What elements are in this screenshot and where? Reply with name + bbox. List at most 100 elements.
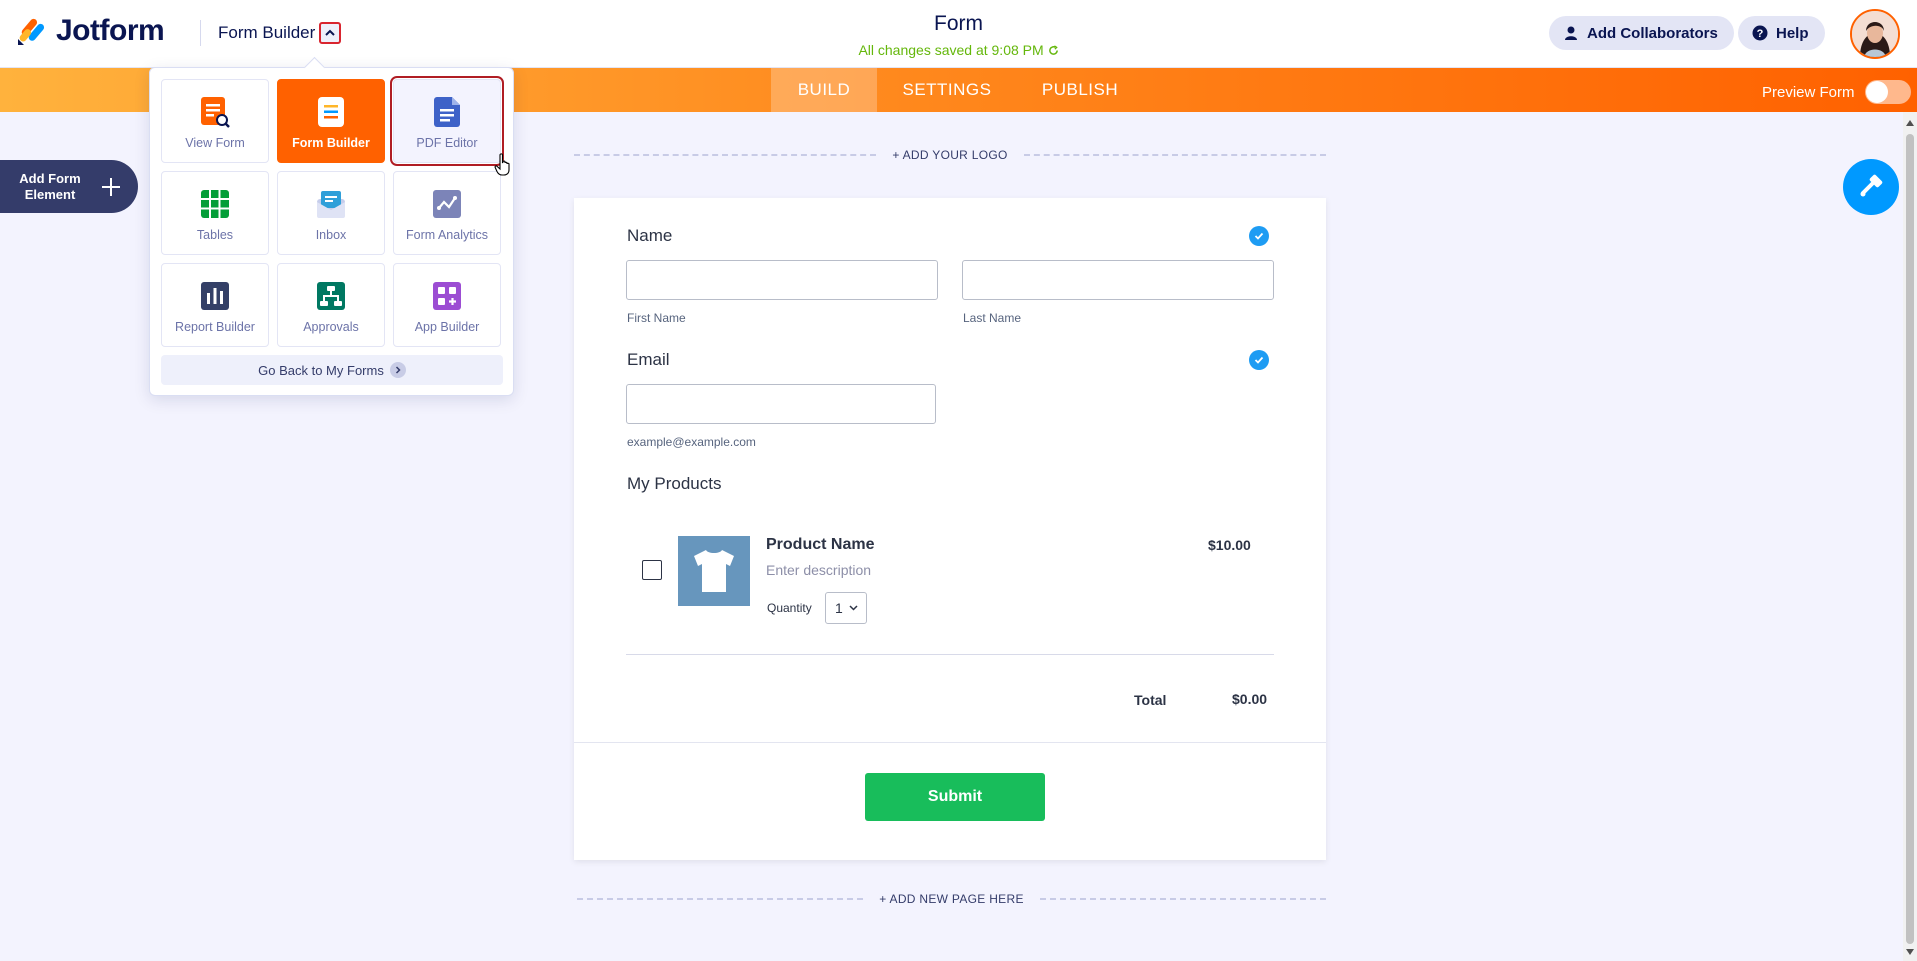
scroll-down-icon[interactable] xyxy=(1906,949,1914,955)
app-tile-view-form[interactable]: View Form xyxy=(161,79,269,163)
form-card: Name First Name Last Name Email example@… xyxy=(574,198,1326,860)
top-header: Jotform Form Builder Form All changes sa… xyxy=(0,0,1917,68)
hand-cursor-icon xyxy=(494,153,510,176)
add-form-element-line1: Add Form xyxy=(19,170,81,186)
help-button[interactable]: ? Help xyxy=(1738,16,1825,50)
inbox-icon xyxy=(316,188,346,220)
preview-form-toggle[interactable]: Preview Form xyxy=(1762,80,1911,104)
product-name: Product Name xyxy=(766,536,875,553)
add-form-element-label: Add Form Element xyxy=(0,171,100,203)
report-builder-icon xyxy=(200,280,230,312)
app-builder-icon xyxy=(432,280,462,312)
tab-build[interactable]: BUILD xyxy=(771,68,877,112)
logo-text: Jotform xyxy=(56,14,165,47)
product-description: Enter description xyxy=(766,562,872,578)
view-form-icon xyxy=(200,96,230,128)
tables-icon xyxy=(200,188,230,220)
go-back-to-my-forms-button[interactable]: Go Back to My Forms xyxy=(161,355,503,385)
first-name-sublabel: First Name xyxy=(627,311,686,325)
app-tile-inbox[interactable]: Inbox xyxy=(277,171,385,255)
app-tile-report-builder[interactable]: Report Builder xyxy=(161,263,269,347)
header-divider xyxy=(200,20,201,46)
builder-switch[interactable]: Form Builder xyxy=(218,22,342,44)
add-collaborators-button[interactable]: Add Collaborators xyxy=(1549,16,1734,50)
tab-build-label: BUILD xyxy=(797,80,851,99)
go-back-label: Go Back to My Forms xyxy=(258,362,384,378)
app-tile-label: Report Builder xyxy=(175,320,255,334)
total-label: Total xyxy=(1134,692,1167,708)
email-field-label[interactable]: Email xyxy=(627,350,670,370)
jotform-logo[interactable]: Jotform xyxy=(16,14,165,48)
app-tile-label: Inbox xyxy=(315,228,347,242)
page-scrollbar[interactable] xyxy=(1903,112,1917,961)
add-page-label[interactable]: + ADD NEW PAGE HERE xyxy=(863,892,1040,906)
refresh-icon xyxy=(1048,45,1058,55)
app-tile-form-analytics[interactable]: Form Analytics xyxy=(393,171,501,255)
app-switcher-dropdown: View Form Form Builder PDF Editor Tables… xyxy=(149,67,514,396)
help-icon: ? xyxy=(1752,25,1768,41)
app-tile-label: Approvals xyxy=(303,320,359,334)
preview-toggle-switch[interactable] xyxy=(1864,80,1911,104)
tab-publish[interactable]: PUBLISH xyxy=(1017,68,1143,112)
chevron-up-icon xyxy=(325,29,336,36)
app-tile-label: Tables xyxy=(196,228,234,242)
last-name-sublabel: Last Name xyxy=(963,311,1022,325)
form-builder-icon xyxy=(316,96,346,128)
quantity-select[interactable]: 1 xyxy=(825,592,867,624)
user-avatar-icon xyxy=(1852,11,1898,57)
required-check-icon[interactable] xyxy=(1249,226,1269,246)
submit-label: Submit xyxy=(927,788,983,805)
app-tile-label: PDF Editor xyxy=(416,136,478,150)
app-tile-app-builder[interactable]: App Builder xyxy=(393,263,501,347)
app-tile-pdf-editor[interactable]: PDF Editor xyxy=(390,76,504,166)
svg-text:?: ? xyxy=(1757,28,1764,40)
dash-line xyxy=(577,898,864,900)
approvals-icon xyxy=(316,280,346,312)
scroll-thumb[interactable] xyxy=(1906,134,1914,944)
app-tile-approvals[interactable]: Approvals xyxy=(277,263,385,347)
app-tile-label: App Builder xyxy=(414,320,480,334)
email-input[interactable] xyxy=(626,384,936,424)
help-label: Help xyxy=(1776,24,1809,42)
product-price: $10.00 xyxy=(1208,537,1251,553)
tab-publish-label: PUBLISH xyxy=(1041,80,1119,99)
tshirt-icon xyxy=(694,550,734,592)
tab-settings[interactable]: SETTINGS xyxy=(877,68,1017,112)
saved-status-text: All changes saved at 9:08 PM xyxy=(858,42,1044,58)
add-logo-label[interactable]: + ADD YOUR LOGO xyxy=(876,148,1023,162)
builder-switch-toggle[interactable] xyxy=(319,22,342,44)
scroll-up-icon[interactable] xyxy=(1906,120,1914,126)
form-designer-button[interactable] xyxy=(1843,159,1899,215)
submit-button[interactable]: Submit xyxy=(865,773,1045,821)
products-field-label[interactable]: My Products xyxy=(627,474,721,494)
chevron-down-icon xyxy=(849,605,858,611)
add-form-element-button[interactable]: Add Form Element xyxy=(0,160,138,213)
quantity-label: Quantity xyxy=(767,601,812,615)
last-name-input[interactable] xyxy=(962,260,1274,300)
total-value: $0.00 xyxy=(1232,691,1268,707)
required-check-icon[interactable] xyxy=(1249,350,1269,370)
paint-roller-icon xyxy=(1860,174,1883,197)
add-page-area[interactable]: + ADD NEW PAGE HERE xyxy=(577,892,1326,906)
email-sublabel: example@example.com xyxy=(627,435,756,449)
plus-icon xyxy=(102,177,120,196)
add-form-element-line2: Element xyxy=(24,186,76,202)
app-tile-label: View Form xyxy=(185,136,245,150)
product-checkbox[interactable] xyxy=(642,560,662,580)
first-name-input[interactable] xyxy=(626,260,938,300)
avatar[interactable] xyxy=(1850,9,1900,59)
preview-form-label: Preview Form xyxy=(1762,83,1855,101)
user-icon xyxy=(1565,26,1577,40)
products-separator xyxy=(626,654,1274,655)
name-field-label[interactable]: Name xyxy=(627,226,672,246)
add-logo-area[interactable]: + ADD YOUR LOGO xyxy=(574,148,1326,162)
app-tile-form-builder[interactable]: Form Builder xyxy=(277,79,385,163)
tab-settings-label: SETTINGS xyxy=(902,80,992,99)
product-image xyxy=(678,536,750,606)
dash-line xyxy=(574,154,877,156)
jotform-logo-icon xyxy=(16,15,48,47)
form-analytics-icon xyxy=(432,188,462,220)
quantity-value: 1 xyxy=(835,600,843,616)
pdf-editor-icon xyxy=(432,96,462,128)
app-tile-tables[interactable]: Tables xyxy=(161,171,269,255)
